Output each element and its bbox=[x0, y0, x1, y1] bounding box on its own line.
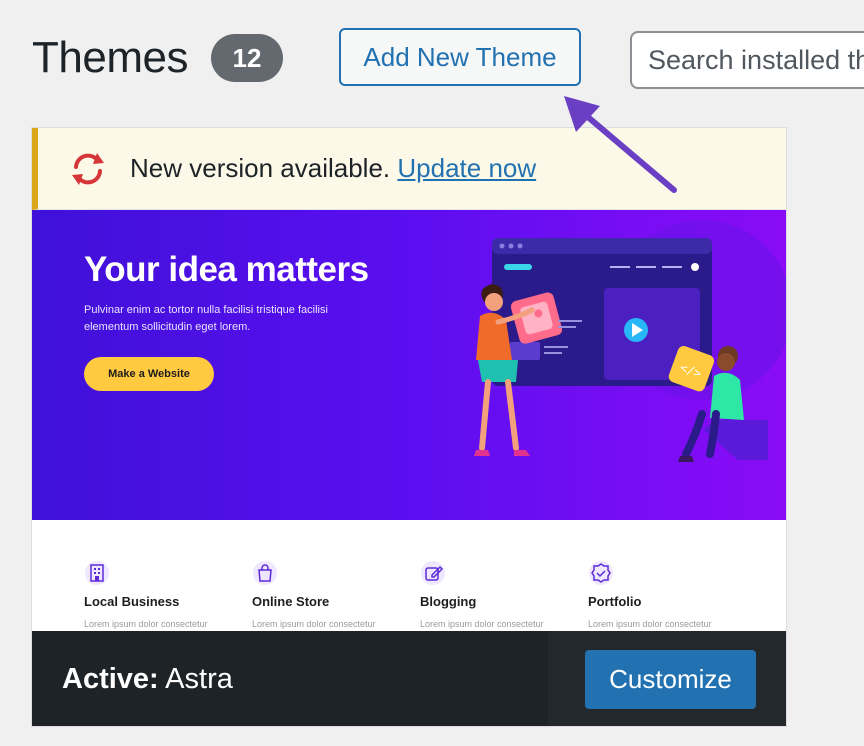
theme-card[interactable]: New version available. Update now Your i… bbox=[31, 127, 787, 727]
update-icon bbox=[72, 152, 104, 185]
shopping-bag-icon bbox=[253, 561, 277, 585]
search-themes-input[interactable]: Search installed themes... bbox=[630, 31, 864, 89]
feature-label: Portfolio bbox=[588, 594, 642, 609]
customize-button[interactable]: Customize bbox=[585, 650, 756, 709]
preview-hero: Your idea matters Pulvinar enim ac torto… bbox=[32, 210, 786, 520]
feature-desc: Lorem ipsum dolor consectetur bbox=[84, 619, 208, 629]
preview-features: Local Business Lorem ipsum dolor consect… bbox=[32, 520, 786, 631]
update-now-link[interactable]: Update now bbox=[397, 153, 536, 183]
theme-screenshot[interactable]: Your idea matters Pulvinar enim ac torto… bbox=[32, 210, 786, 631]
theme-count-badge: 12 bbox=[211, 34, 283, 82]
hero-illustration: </> bbox=[474, 220, 786, 462]
feature-blogging: Blogging Lorem ipsum dolor consectetur bbox=[420, 560, 580, 629]
preview-hero-title: Your idea matters bbox=[84, 250, 369, 289]
feature-label: Blogging bbox=[420, 594, 477, 609]
feature-label: Online Store bbox=[252, 594, 330, 609]
feature-label: Local Business bbox=[84, 594, 180, 609]
active-prefix: Active: bbox=[62, 663, 159, 695]
theme-name-area: Active: Astra bbox=[32, 631, 548, 726]
badge-check-icon bbox=[589, 561, 613, 585]
theme-name: Astra bbox=[165, 663, 233, 695]
feature-desc: Lorem ipsum dolor consectetur bbox=[252, 619, 376, 629]
feature-online-store: Online Store Lorem ipsum dolor consectet… bbox=[252, 560, 412, 629]
feature-portfolio: Portfolio Lorem ipsum dolor consectetur bbox=[588, 560, 748, 629]
feature-local-business: Local Business Lorem ipsum dolor consect… bbox=[84, 560, 244, 629]
notice-text: New version available. bbox=[130, 153, 391, 183]
building-icon bbox=[85, 561, 109, 585]
page-title: Themes bbox=[32, 33, 188, 82]
preview-hero-text: Pulvinar enim ac tortor nulla facilisi t… bbox=[84, 304, 328, 333]
edit-icon bbox=[421, 561, 445, 585]
add-new-theme-button[interactable]: Add New Theme bbox=[339, 28, 581, 86]
feature-desc: Lorem ipsum dolor consectetur bbox=[420, 619, 544, 629]
preview-cta-button: Make a Website bbox=[84, 357, 214, 391]
arrow-annotation bbox=[564, 96, 677, 193]
feature-desc: Lorem ipsum dolor consectetur bbox=[588, 619, 712, 629]
theme-footer: Active: Astra Customize bbox=[32, 631, 786, 726]
